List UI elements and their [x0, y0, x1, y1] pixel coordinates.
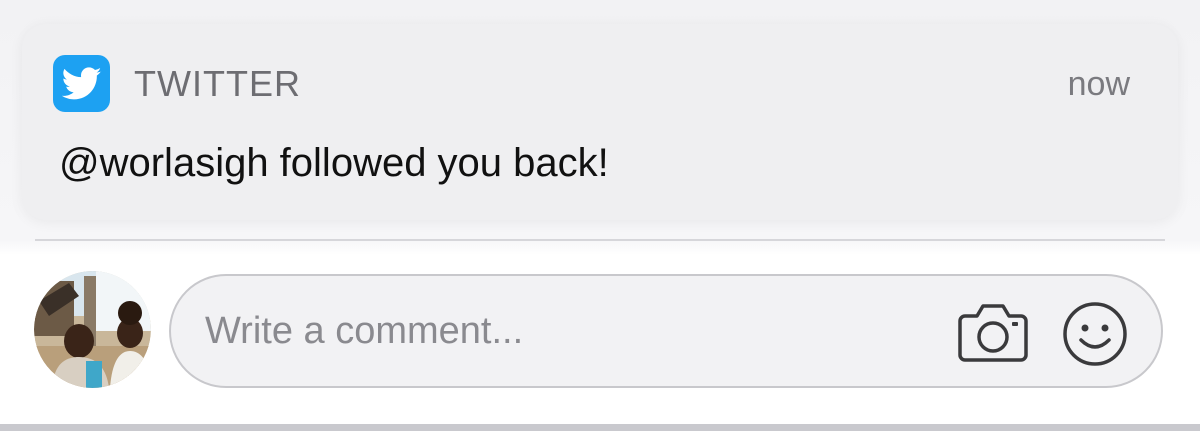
user-photo-avatar-icon [34, 271, 151, 388]
notification-time: now [1067, 65, 1130, 103]
app-name: TWITTER [134, 63, 301, 104]
twitter-app-icon [53, 55, 110, 112]
emoji-button[interactable] [1061, 300, 1129, 368]
comment-input[interactable] [205, 306, 905, 356]
notification-message: @worlasigh followed you back! [59, 141, 609, 185]
twitter-bird-icon [61, 66, 101, 99]
comment-box[interactable] [169, 274, 1163, 388]
notification-card[interactable]: TWITTER now @worlasigh followed you back… [22, 24, 1178, 220]
smiley-icon [1063, 302, 1127, 366]
avatar[interactable] [34, 271, 151, 388]
page: TWITTER now @worlasigh followed you back… [0, 0, 1200, 431]
divider [35, 239, 1165, 241]
bottom-edge [0, 424, 1200, 431]
camera-icon [958, 304, 1028, 362]
camera-button[interactable] [957, 302, 1029, 364]
